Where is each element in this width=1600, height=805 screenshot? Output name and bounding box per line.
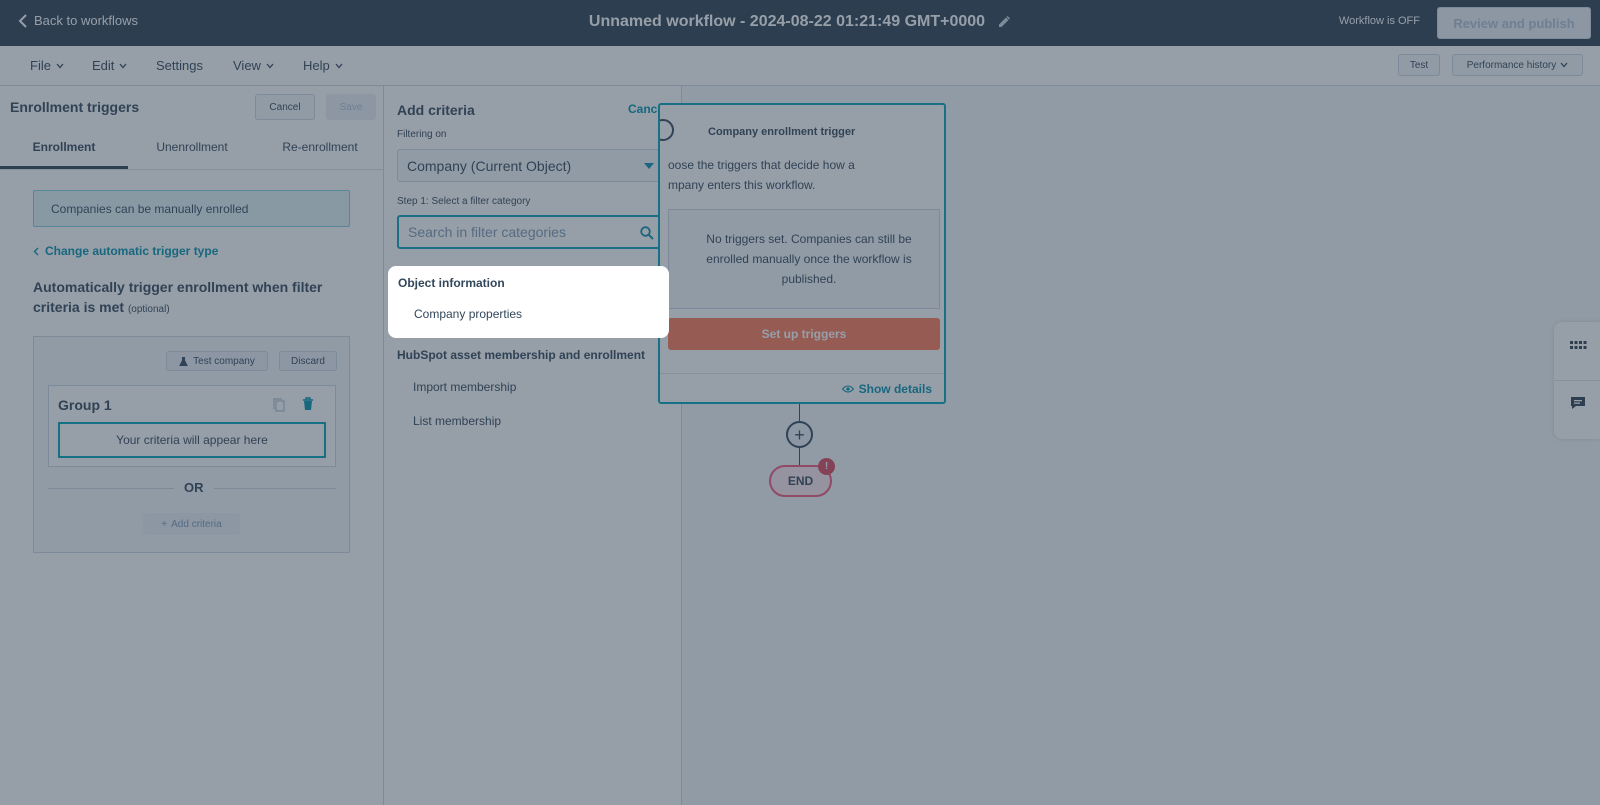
trash-icon[interactable] [302,397,314,411]
chevron-down-icon [1560,62,1568,68]
test-company-button[interactable]: Test company [166,351,268,371]
toolbar-divider [1554,380,1600,381]
search-input[interactable] [408,224,628,240]
back-to-workflows-link[interactable]: Back to workflows [18,13,138,28]
add-criteria-panel: Add criteria Cancel Filtering on Company… [384,86,682,805]
chevron-down-icon [56,63,64,68]
workflow-status: Workflow is OFF [1338,15,1420,27]
category-heading: Object information [398,276,505,290]
menu-file[interactable]: File [30,58,64,73]
or-label: OR [174,480,214,495]
company-icon [660,119,674,141]
optional-tag: (optional) [127,304,170,315]
menu-edit-label: Edit [92,58,115,73]
search-icon[interactable] [640,226,654,240]
show-details-link[interactable]: Show details [841,382,932,396]
menu-settings-label: Settings [156,58,203,73]
highlighted-category: Object information Company properties [388,266,669,338]
chevron-left-icon [33,247,39,255]
menu-settings[interactable]: Settings [156,58,203,73]
list-item[interactable]: List membership [413,414,501,428]
discard-button[interactable]: Discard [279,351,337,371]
top-header: Back to workflows Unnamed workflow - 202… [0,0,1600,46]
trigger-card-description-line: oose the triggers that decide how a [668,158,855,172]
flask-icon [179,356,188,366]
add-action-button[interactable]: + [786,421,813,448]
tab-enrollment[interactable]: Enrollment [0,140,128,154]
filter-groups-container: Test company Discard Group 1 Your criter… [33,336,350,553]
menu-view[interactable]: View [233,58,274,73]
show-details-label: Show details [858,382,932,396]
menu-bar: File Edit Settings View Help Test Perfor… [0,46,1600,86]
side-toolbar [1554,322,1600,439]
card-divider [660,373,944,374]
plus-icon: + [161,518,168,530]
no-triggers-notice: No triggers set. Companies can still be … [668,209,940,309]
group-title: Group 1 [58,397,112,413]
add-criteria-button[interactable]: + Add criteria [143,513,240,535]
chevron-left-icon [18,13,27,28]
menu-view-label: View [233,58,261,73]
add-criteria-title: Add criteria [397,102,475,118]
trigger-tabs: Enrollment Unenrollment Re-enrollment [0,126,384,170]
pencil-icon[interactable] [997,15,1011,29]
caret-down-icon [644,163,654,169]
add-criteria-label: Add criteria [171,518,222,530]
auto-trigger-heading: Automatically trigger enrollment when fi… [33,277,353,320]
tab-re-enrollment[interactable]: Re-enrollment [256,140,384,154]
copy-icon[interactable] [273,398,285,412]
category-heading: HubSpot asset membership and enrollment [397,348,646,362]
save-button[interactable]: Save [326,94,376,120]
menu-file-label: File [30,58,51,73]
cancel-button[interactable]: Cancel [255,94,315,120]
review-publish-button[interactable]: Review and publish [1437,7,1591,39]
manual-enroll-notice: Companies can be manually enrolled [33,190,350,227]
eye-icon [841,385,854,393]
auto-trigger-title: Automatically trigger enrollment when fi… [33,279,323,315]
change-trigger-type-link[interactable]: Change automatic trigger type [33,244,218,258]
test-company-label: Test company [193,355,255,367]
trigger-card-description: oose the triggers that decide how a mpan… [668,155,898,195]
trigger-card-description-line: mpany enters this workflow. [668,178,816,192]
chevron-down-icon [335,63,343,68]
chevron-down-icon [266,63,274,68]
active-tab-indicator [0,166,128,169]
tab-unenrollment[interactable]: Unenrollment [128,140,256,154]
test-button[interactable]: Test [1398,54,1440,76]
criteria-placeholder: Your criteria will appear here [58,422,326,458]
object-select[interactable]: Company (Current Object) [397,149,668,182]
performance-history-button[interactable]: Performance history [1452,54,1583,76]
filter-category-search [397,215,668,249]
company-properties-item[interactable]: Company properties [414,307,522,321]
chevron-down-icon [119,63,127,68]
enrollment-trigger-card[interactable]: Company enrollment trigger oose the trig… [658,103,946,404]
menu-edit[interactable]: Edit [92,58,127,73]
menu-help-label: Help [303,58,330,73]
filtering-on-label: Filtering on [397,129,447,140]
step-label: Step 1: Select a filter category [397,196,531,207]
performance-history-label: Performance history [1466,59,1557,71]
enrollment-triggers-panel: Enrollment triggers Cancel Save Enrollme… [0,86,384,805]
change-trigger-type-label: Change automatic trigger type [45,244,219,258]
filter-group: Group 1 Your criteria will appear here [48,385,336,467]
panel-title: Enrollment triggers [10,99,140,115]
menu-help[interactable]: Help [303,58,343,73]
keyboard-icon[interactable] [1569,338,1587,352]
workflow-title: Unnamed workflow - 2024-08-22 01:21:49 G… [588,13,986,30]
alert-badge: ! [818,458,835,475]
comment-icon[interactable] [1569,396,1587,410]
object-select-value: Company (Current Object) [407,157,572,174]
back-label: Back to workflows [34,13,139,28]
trigger-card-title: Company enrollment trigger [708,126,856,138]
set-up-triggers-button[interactable]: Set up triggers [668,318,940,350]
list-item[interactable]: Import membership [413,380,516,394]
